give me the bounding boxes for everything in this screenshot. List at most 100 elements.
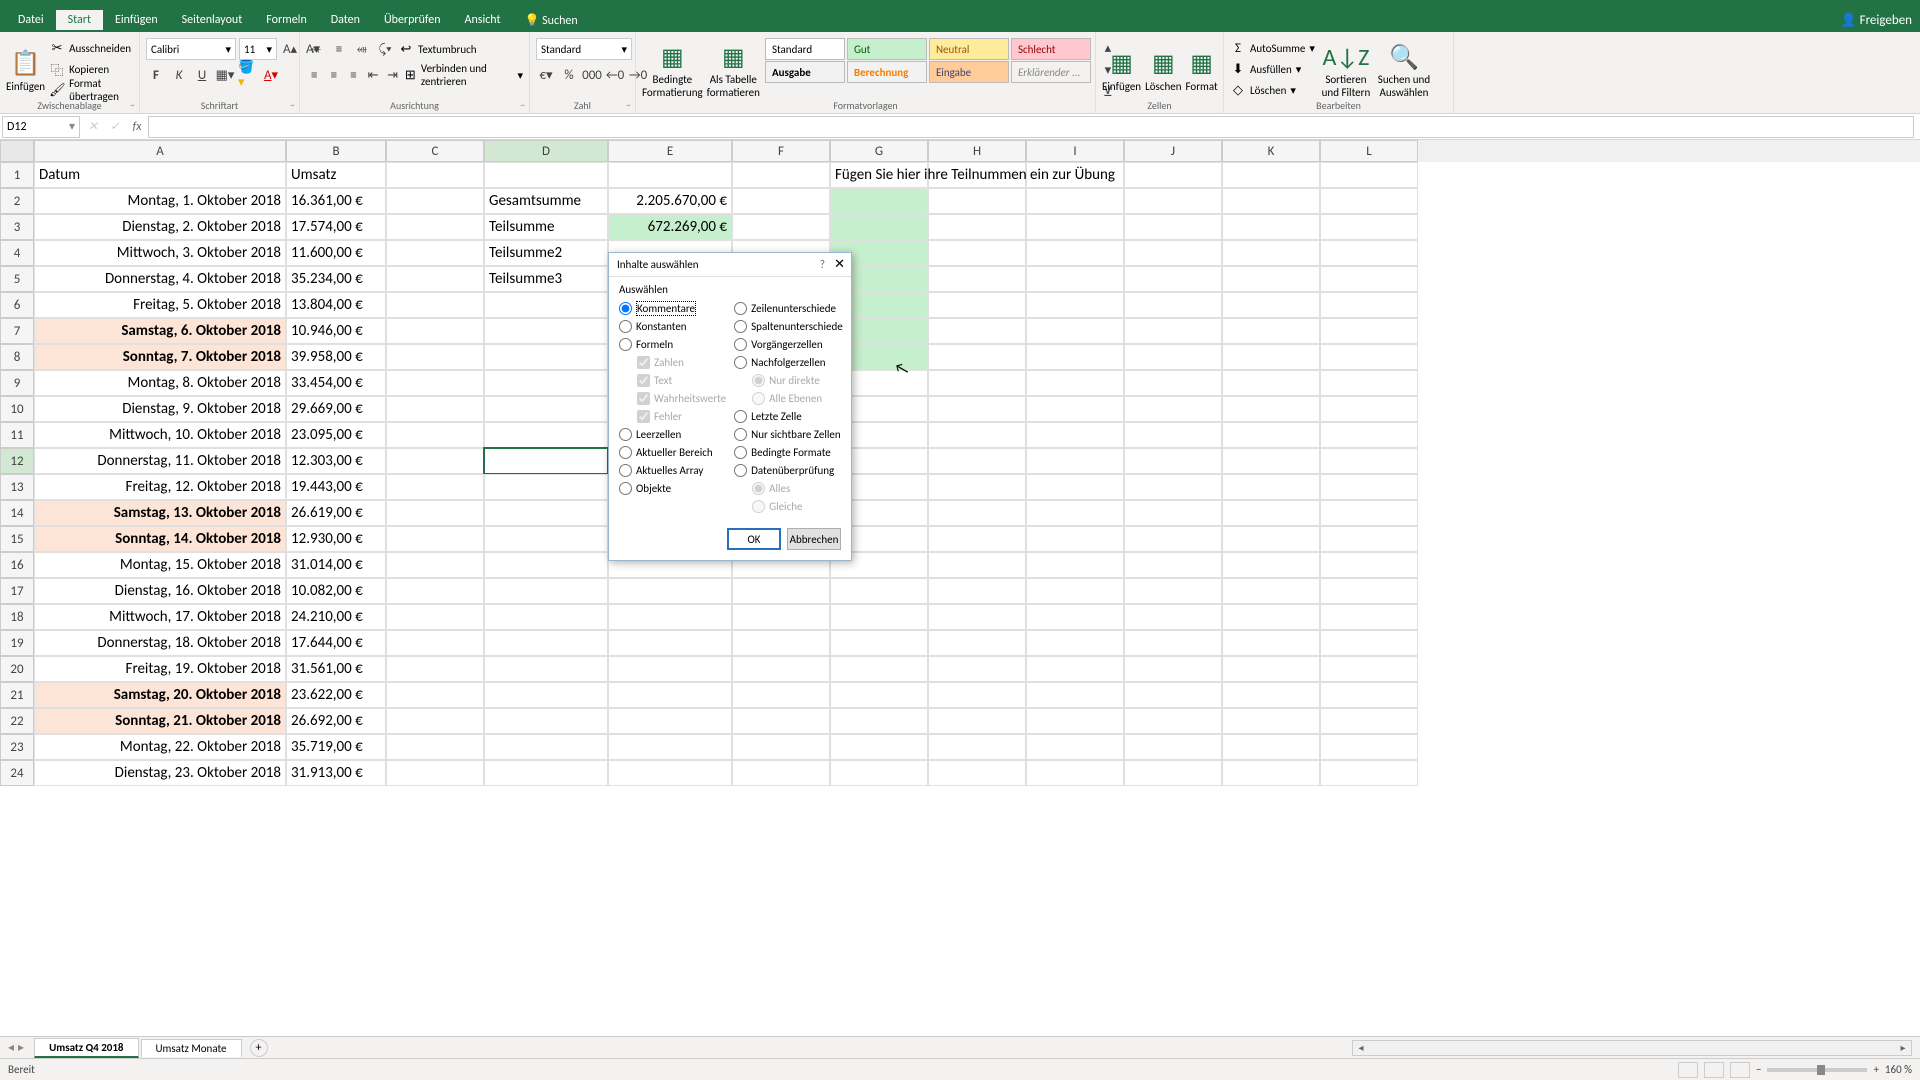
sort-filter-button[interactable]: A↓ZSortieren und Filtern xyxy=(1319,38,1373,104)
radio-zeilenunterschiede[interactable]: Zeilenunterschiede xyxy=(734,300,843,316)
style-gut[interactable]: Gut xyxy=(847,38,927,60)
cell[interactable] xyxy=(732,188,830,214)
cell[interactable] xyxy=(386,760,484,786)
cell[interactable]: 23.622,00 € xyxy=(286,682,386,708)
radio-datenueberpruefung[interactable]: Datenüberprüfung xyxy=(734,462,843,478)
cut-button[interactable]: ✂Ausschneiden xyxy=(49,38,133,58)
cell[interactable] xyxy=(1124,266,1222,292)
radio-kommentare[interactable]: Kommentare xyxy=(619,300,726,316)
cell[interactable] xyxy=(484,422,608,448)
align-right-button[interactable]: ≡ xyxy=(345,65,362,85)
cell[interactable]: Samstag, 13. Oktober 2018 xyxy=(34,500,286,526)
cell[interactable] xyxy=(386,344,484,370)
cell[interactable] xyxy=(1320,526,1418,552)
style-ausgabe[interactable]: Ausgabe xyxy=(765,61,845,83)
cell[interactable]: 10.082,00 € xyxy=(286,578,386,604)
cell[interactable]: Mittwoch, 17. Oktober 2018 xyxy=(34,604,286,630)
dialog-close-button[interactable]: ✕ xyxy=(834,257,845,272)
cell[interactable] xyxy=(732,656,830,682)
col-header-A[interactable]: A xyxy=(34,140,286,162)
radio-aktueller-bereich[interactable]: Aktueller Bereich xyxy=(619,444,726,460)
radio-nachfolgerzellen[interactable]: Nachfolgerzellen xyxy=(734,354,843,370)
cell[interactable] xyxy=(484,500,608,526)
cell[interactable]: Freitag, 12. Oktober 2018 xyxy=(34,474,286,500)
cell[interactable]: Donnerstag, 11. Oktober 2018 xyxy=(34,448,286,474)
cell[interactable] xyxy=(928,240,1026,266)
cell[interactable] xyxy=(1026,292,1124,318)
cell[interactable] xyxy=(1320,656,1418,682)
cell[interactable]: 23.095,00 € xyxy=(286,422,386,448)
tab-daten[interactable]: Daten xyxy=(319,10,372,30)
cell[interactable]: 33.454,00 € xyxy=(286,370,386,396)
cell[interactable]: 31.014,00 € xyxy=(286,552,386,578)
format-as-table-button[interactable]: ▦Als Tabelle formatieren xyxy=(707,38,760,104)
cell[interactable] xyxy=(1222,162,1320,188)
cell[interactable] xyxy=(484,162,608,188)
cell[interactable] xyxy=(1222,214,1320,240)
cell[interactable] xyxy=(830,760,928,786)
cell[interactable]: 26.619,00 € xyxy=(286,500,386,526)
style-eingabe[interactable]: Eingabe xyxy=(929,61,1009,83)
cell[interactable] xyxy=(830,604,928,630)
cell[interactable]: 31.913,00 € xyxy=(286,760,386,786)
cell[interactable]: 672.269,00 € xyxy=(608,214,732,240)
format-painter-button[interactable]: 🖌Format übertragen xyxy=(49,80,133,100)
paste-button[interactable]: 📋 Einfügen xyxy=(6,38,45,104)
row-header[interactable]: 7 xyxy=(0,318,34,344)
cell[interactable] xyxy=(1320,370,1418,396)
cell[interactable] xyxy=(1026,422,1124,448)
row-header[interactable]: 10 xyxy=(0,396,34,422)
share-icon[interactable]: 👤 Freigeben xyxy=(1840,13,1912,28)
clipboard-launcher[interactable]: ⌐ xyxy=(131,100,135,111)
cell[interactable] xyxy=(1124,422,1222,448)
cell[interactable] xyxy=(1026,526,1124,552)
cell[interactable] xyxy=(1026,656,1124,682)
cell[interactable] xyxy=(1222,734,1320,760)
cell[interactable]: 17.574,00 € xyxy=(286,214,386,240)
cell[interactable] xyxy=(1124,734,1222,760)
zoom-in-button[interactable]: + xyxy=(1873,1063,1878,1076)
cell[interactable] xyxy=(1320,214,1418,240)
cell[interactable] xyxy=(1124,292,1222,318)
cell[interactable] xyxy=(484,604,608,630)
cell[interactable] xyxy=(608,578,732,604)
cell[interactable] xyxy=(1124,526,1222,552)
cell[interactable] xyxy=(928,708,1026,734)
row-header[interactable]: 24 xyxy=(0,760,34,786)
cell[interactable]: 19.443,00 € xyxy=(286,474,386,500)
font-color-button[interactable]: A▾ xyxy=(261,65,281,85)
col-header-K[interactable]: K xyxy=(1222,140,1320,162)
cell[interactable] xyxy=(1124,604,1222,630)
cell[interactable]: Sonntag, 7. Oktober 2018 xyxy=(34,344,286,370)
decrease-indent-button[interactable]: ⇤ xyxy=(365,65,382,85)
cell[interactable]: Dienstag, 9. Oktober 2018 xyxy=(34,396,286,422)
cell[interactable] xyxy=(1320,162,1418,188)
cell[interactable] xyxy=(386,214,484,240)
tab-suchen[interactable]: 💡 Suchen xyxy=(513,10,590,31)
cell[interactable]: 31.561,00 € xyxy=(286,656,386,682)
cell[interactable]: 35.234,00 € xyxy=(286,266,386,292)
cell[interactable] xyxy=(732,760,830,786)
cell[interactable] xyxy=(1222,240,1320,266)
cell[interactable] xyxy=(484,708,608,734)
row-header[interactable]: 20 xyxy=(0,656,34,682)
cell[interactable] xyxy=(1320,630,1418,656)
cell[interactable] xyxy=(1124,552,1222,578)
cell[interactable] xyxy=(1320,708,1418,734)
cell[interactable] xyxy=(484,656,608,682)
col-header-J[interactable]: J xyxy=(1124,140,1222,162)
cell[interactable] xyxy=(484,734,608,760)
cell[interactable] xyxy=(830,734,928,760)
cell[interactable]: Mittwoch, 10. Oktober 2018 xyxy=(34,422,286,448)
cell[interactable] xyxy=(928,682,1026,708)
cell[interactable] xyxy=(1124,760,1222,786)
align-top-button[interactable]: ⬴ xyxy=(306,39,326,59)
cell[interactable]: Samstag, 6. Oktober 2018 xyxy=(34,318,286,344)
row-header[interactable]: 2 xyxy=(0,188,34,214)
cell[interactable]: Montag, 15. Oktober 2018 xyxy=(34,552,286,578)
cell[interactable] xyxy=(1320,474,1418,500)
cell[interactable] xyxy=(1124,708,1222,734)
col-header-L[interactable]: L xyxy=(1320,140,1418,162)
cell[interactable] xyxy=(1222,760,1320,786)
tab-formeln[interactable]: Formeln xyxy=(254,10,318,30)
